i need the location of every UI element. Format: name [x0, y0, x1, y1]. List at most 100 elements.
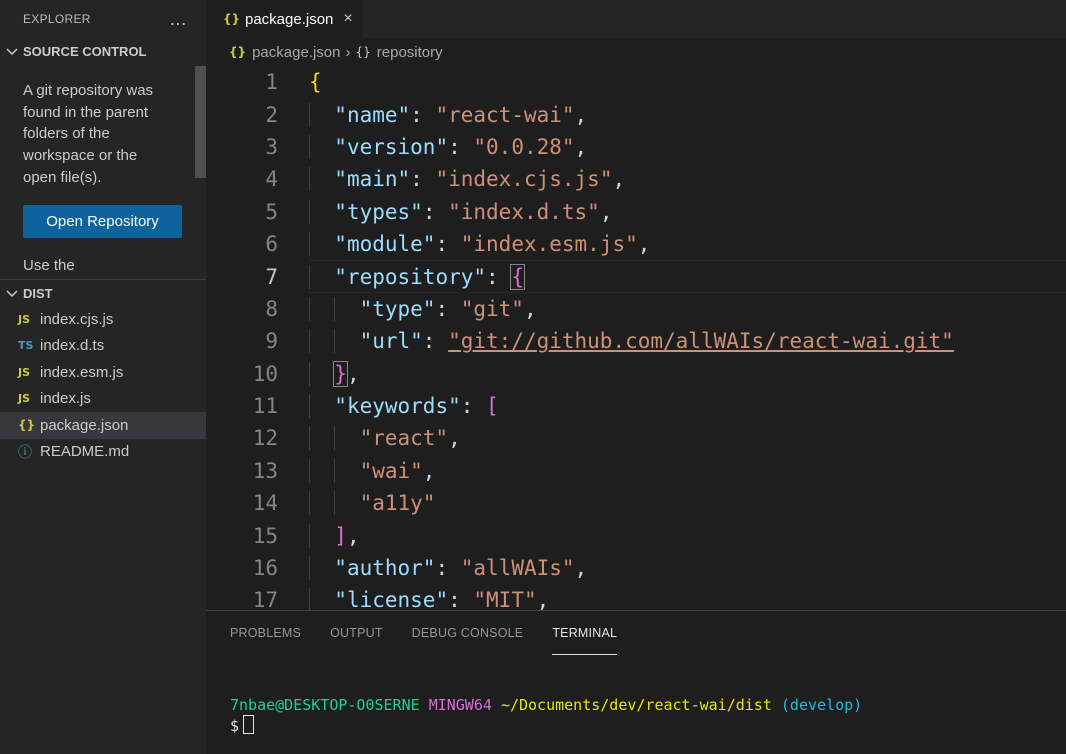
line-number: 13 — [252, 458, 278, 483]
javascript-file-icon: JS — [18, 392, 31, 406]
indent-guide — [334, 329, 336, 354]
code-token: } — [333, 360, 348, 387]
code-token: , — [637, 232, 651, 257]
code-line[interactable]: 13 "wai", — [206, 455, 1066, 487]
code-token: : — [410, 167, 436, 192]
source-control-label: SOURCE CONTROL — [23, 43, 147, 59]
indent-guide — [309, 458, 310, 483]
code-line[interactable]: 7 "repository": { — [206, 260, 1066, 294]
file-name: index.js — [40, 390, 91, 408]
line-number: 6 — [265, 232, 278, 257]
line-number: 8 — [265, 296, 278, 321]
code-line[interactable]: 11 "keywords": [ — [206, 390, 1066, 422]
code-line[interactable]: 14 "a11y" — [206, 487, 1066, 519]
terminal-input-line[interactable]: $ — [230, 715, 862, 736]
terminal-user-host: 7nbae@DESKTOP-O0SERNE — [230, 696, 420, 714]
line-number: 17 — [252, 588, 278, 610]
code-text: "wai", — [309, 458, 435, 483]
code-line[interactable]: 8 "type": "git", — [206, 293, 1066, 325]
breadcrumb-symbol[interactable]: repository — [377, 44, 443, 61]
code-token: , — [346, 361, 360, 386]
source-control-body: A git repository was found in the parent… — [0, 64, 206, 279]
code-text: "module": "index.esm.js", — [309, 232, 651, 257]
file-item-readme-md[interactable]: ⓘ README.md — [0, 439, 206, 466]
code-token: "url" — [359, 329, 423, 354]
tab-terminal[interactable]: TERMINAL — [552, 611, 618, 655]
source-control-message: A git repository was found in the parent… — [23, 82, 154, 186]
indent-guide — [309, 491, 310, 516]
code-text: ], — [309, 523, 360, 548]
code-line[interactable]: 10 }, — [206, 358, 1066, 390]
code-line[interactable]: 15 ], — [206, 519, 1066, 551]
code-token: , — [599, 199, 613, 224]
code-token: : — [486, 264, 512, 289]
code-line[interactable]: 3 "version": "0.0.28", — [206, 131, 1066, 163]
close-icon[interactable]: × — [343, 10, 352, 28]
file-item-index-cjs-js[interactable]: JS index.cjs.js — [0, 306, 206, 333]
line-number: 7 — [265, 264, 278, 289]
code-line[interactable]: 9 "url": "git://github.com/allWAIs/react… — [206, 325, 1066, 357]
line-number: 12 — [252, 426, 278, 451]
code-line[interactable]: 1{ — [206, 66, 1066, 98]
code-token: "types" — [334, 199, 423, 224]
source-control-section-header[interactable]: SOURCE CONTROL — [0, 38, 206, 64]
javascript-file-icon: JS — [18, 365, 31, 379]
code-line[interactable]: 12 "react", — [206, 422, 1066, 454]
code-line[interactable]: 5 "types": "index.d.ts", — [206, 196, 1066, 228]
file-tree: JS index.cjs.js TS index.d.ts JS index.e… — [0, 306, 206, 465]
editor-area: {} package.json × {} package.json › {} r… — [206, 0, 1066, 610]
file-item-index-esm-js[interactable]: JS index.esm.js — [0, 359, 206, 386]
typescript-file-icon: TS — [18, 339, 34, 353]
line-number: 10 — [252, 361, 278, 386]
code-token: "git://github.com/allWAIs/react-wai.git" — [448, 329, 954, 354]
tab-problems[interactable]: PROBLEMS — [230, 611, 301, 655]
breadcrumb-file[interactable]: package.json — [252, 44, 340, 61]
tab-package-json[interactable]: {} package.json × — [206, 0, 363, 38]
code-text: { — [309, 70, 322, 94]
code-line[interactable]: 2 "name": "react-wai", — [206, 98, 1066, 130]
code-line[interactable]: 4 "main": "index.cjs.js", — [206, 163, 1066, 195]
open-repository-button[interactable]: Open Repository — [23, 204, 182, 238]
indent-guide — [309, 102, 310, 127]
scrollbar-thumb[interactable] — [195, 66, 206, 178]
code-token: ] — [334, 523, 347, 548]
terminal-output[interactable]: 7nbae@DESKTOP-O0SERNE MINGW64 ~/Document… — [230, 695, 862, 736]
code-line[interactable]: 6 "module": "index.esm.js", — [206, 228, 1066, 260]
code-token: "keywords" — [334, 394, 461, 419]
code-token: "name" — [334, 102, 411, 127]
file-item-package-json[interactable]: {} package.json — [0, 412, 206, 439]
code-token: , — [574, 556, 588, 581]
code-text: "url": "git://github.com/allWAIs/react-w… — [309, 329, 954, 354]
info-file-icon: ⓘ — [18, 444, 32, 461]
indent-guide — [309, 523, 310, 548]
file-item-index-d-ts[interactable]: TS index.d.ts — [0, 333, 206, 360]
indent-guide — [334, 296, 336, 321]
tab-debug-console[interactable]: DEBUG CONSOLE — [412, 611, 524, 655]
file-name: index.cjs.js — [40, 310, 114, 328]
code-token: : — [448, 588, 474, 610]
code-token: "version" — [334, 134, 449, 159]
chevron-down-icon — [6, 290, 18, 298]
line-number: 16 — [252, 556, 278, 581]
code-text: "main": "index.cjs.js", — [309, 167, 626, 192]
line-number: 11 — [252, 394, 278, 419]
file-item-index-js[interactable]: JS index.js — [0, 386, 206, 413]
code-editor[interactable]: 1{2 "name": "react-wai", 3 "version": "0.… — [206, 66, 1066, 610]
indent-guide — [309, 556, 310, 581]
code-text: "name": "react-wai", — [309, 102, 587, 127]
chevron-down-icon — [6, 48, 18, 56]
code-token: "react" — [359, 426, 449, 451]
code-line[interactable]: 17 "license": "MIT", — [206, 584, 1066, 610]
tab-output[interactable]: OUTPUT — [330, 611, 383, 655]
code-token: [ — [486, 394, 499, 419]
code-token: { — [510, 263, 525, 290]
code-text: "version": "0.0.28", — [309, 134, 587, 159]
code-token: "react-wai" — [435, 102, 575, 127]
code-token: "a11y" — [359, 491, 436, 516]
code-token: , — [448, 426, 461, 451]
code-line[interactable]: 16 "author": "allWAIs", — [206, 552, 1066, 584]
code-token: , — [612, 167, 626, 192]
dist-folder-header[interactable]: DIST — [0, 280, 206, 306]
more-actions-icon[interactable]: … — [169, 10, 188, 28]
code-token: "index.cjs.js" — [435, 167, 613, 192]
